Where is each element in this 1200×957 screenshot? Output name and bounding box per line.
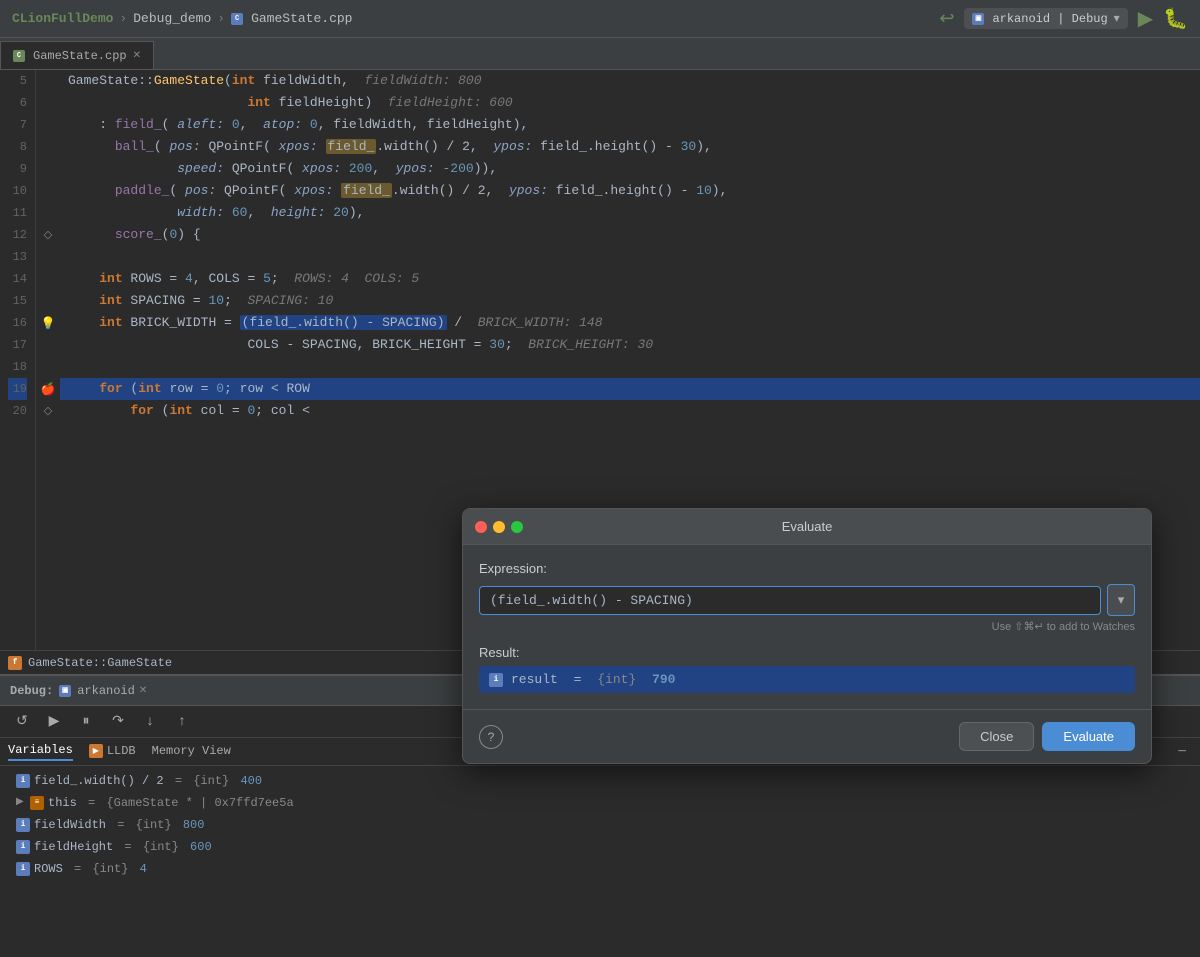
file-name: GameState.cpp [251,11,352,26]
tab-label: GameState.cpp [33,49,127,63]
resume-button[interactable]: ▶ [40,710,68,734]
help-button[interactable]: ? [479,725,503,749]
tab-file-icon: C [13,50,25,62]
debug-label: Debug: [10,684,53,698]
tab-variables-label: Variables [8,743,73,757]
code-line-12: score_(0) { [60,224,1200,246]
code-line-17: COLS - SPACING, BRICK_HEIGHT = 30; BRICK… [60,334,1200,356]
debug-button[interactable]: 🐛 [1163,6,1188,32]
expression-input[interactable] [479,586,1101,615]
tab-memory-label: Memory View [152,744,231,758]
expression-label: Expression: [479,561,1135,576]
pause-button[interactable]: ⏸ [72,710,100,734]
var-icon-fieldheight: i [16,840,30,854]
close-dialog-button[interactable]: Close [959,722,1034,751]
expression-history-dropdown[interactable]: ▾ [1107,584,1135,616]
code-line-15: int SPACING = 10; SPACING: 10 [60,290,1200,312]
var-icon-fieldwidth: i [16,818,30,832]
evaluate-button[interactable]: Evaluate [1042,722,1135,751]
code-line-13 [60,246,1200,268]
var-row-fieldwidth[interactable]: i fieldWidth = {int} 800 [0,814,1200,836]
code-line-7: : field_( aleft: 0, atop: 0, fieldWidth,… [60,114,1200,136]
code-line-10: paddle_( pos: QPointF( xpos: field_.widt… [60,180,1200,202]
stack-frame-icon: f [8,656,22,670]
run-config-dropdown-icon[interactable]: ▾ [1114,11,1120,26]
gutter: ◇ 💡 🍎 ◇ [36,70,60,650]
toolbar-right: ↩ ▣ arkanoid | Debug ▾ ▶ 🐛 [939,6,1188,32]
tab-gamestatepp[interactable]: C GameState.cpp ✕ [0,41,154,69]
stack-frame-label: GameState::GameState [28,656,172,670]
code-line-5: GameState::GameState(int fieldWidth, fie… [60,70,1200,92]
expand-this-icon[interactable]: ▶ [16,792,26,814]
var-row-fieldheight[interactable]: i fieldHeight = {int} 600 [0,836,1200,858]
folder-name: Debug_demo [133,11,211,26]
code-line-19: for (int row = 0; row < ROW [60,378,1200,400]
code-line-16: int BRICK_WIDTH = (field_.width() - SPAC… [60,312,1200,334]
code-line-11: width: 60, height: 20), [60,202,1200,224]
dialog-title: Evaluate [782,519,833,534]
tab-lldb[interactable]: ▶ LLDB [89,744,136,760]
run-configuration[interactable]: ▣ arkanoid | Debug ▾ [964,8,1127,29]
result-name: result [511,672,558,687]
tab-lldb-label: LLDB [107,744,136,758]
var-icon-rows: i [16,862,30,876]
var-icon-field-width: i [16,774,30,788]
result-eq: = [566,672,589,687]
title-bar: CLionFullDemo › Debug_demo › C GameState… [0,0,1200,38]
code-line-8: ball_( pos: QPointF( xpos: field_.width(… [60,136,1200,158]
code-line-18 [60,356,1200,378]
step-out-button[interactable]: ↑ [168,710,196,734]
code-line-6: int fieldHeight) fieldHeight: 600 [60,92,1200,114]
code-line-14: int ROWS = 4, COLS = 5; ROWS: 4 COLS: 5 [60,268,1200,290]
run-button[interactable]: ▶ [1138,6,1153,32]
dialog-action-buttons: Close Evaluate [959,722,1135,751]
dialog-body: Expression: ▾ Use ⇧⌘↵ to add to Watches … [463,545,1151,709]
breadcrumb: CLionFullDemo › Debug_demo › C GameState… [12,11,352,26]
close-window-button[interactable] [475,521,487,533]
var-row-field-width[interactable]: i field_.width() / 2 = {int} 400 [0,770,1200,792]
remove-watch-button[interactable]: − [1172,742,1192,762]
result-type: {int} [597,672,644,687]
variables-list: i field_.width() / 2 = {int} 400 ▶ ≡ thi… [0,766,1200,957]
run-config-label: arkanoid | Debug [992,12,1107,26]
session-icon: ▣ [59,685,71,697]
back-icon[interactable]: ↩ [939,8,954,30]
run-config-icon: ▣ [972,13,984,25]
code-line-9: speed: QPointF( xpos: 200, ypos: -200)), [60,158,1200,180]
step-into-button[interactable]: ↓ [136,710,164,734]
session-close[interactable]: ✕ [139,685,147,697]
session-name: arkanoid [77,684,135,698]
file-type-icon: C [231,13,243,25]
result-var-icon: i [489,673,503,687]
step-over-button[interactable]: ↷ [104,710,132,734]
window-controls [475,521,523,533]
var-row-rows[interactable]: i ROWS = {int} 4 [0,858,1200,880]
dialog-title-bar: Evaluate [463,509,1151,545]
debug-session[interactable]: ▣ arkanoid ✕ [59,684,147,698]
result-row: i result = {int} 790 [479,666,1135,693]
evaluate-dialog: Evaluate Expression: ▾ Use ⇧⌘↵ to add to… [462,508,1152,764]
restart-debug-button[interactable]: ↺ [8,710,36,734]
tab-close-icon[interactable]: ✕ [133,50,141,62]
debug-label-area: Debug: ▣ arkanoid ✕ [10,684,147,698]
watches-hint: Use ⇧⌘↵ to add to Watches [479,620,1135,633]
minimize-window-button[interactable] [493,521,505,533]
tab-variables[interactable]: Variables [8,743,73,761]
expression-input-row: ▾ [479,584,1135,616]
code-line-20: for (int col = 0; col < [60,400,1200,422]
dialog-footer: ? Close Evaluate [463,709,1151,763]
tab-memory-view[interactable]: Memory View [152,744,231,760]
line-numbers: 5 6 7 8 9 10 11 12 13 14 15 16 17 18 19 … [0,70,36,650]
lldb-icon: ▶ [89,744,103,758]
maximize-window-button[interactable] [511,521,523,533]
var-row-this[interactable]: ▶ ≡ this = {GameState * | 0x7ffd7ee5a [0,792,1200,814]
project-name: CLionFullDemo [12,11,113,26]
result-value: 790 [652,672,675,687]
var-icon-this: ≡ [30,796,44,810]
tab-bar: C GameState.cpp ✕ [0,38,1200,70]
result-label: Result: [479,645,1135,660]
